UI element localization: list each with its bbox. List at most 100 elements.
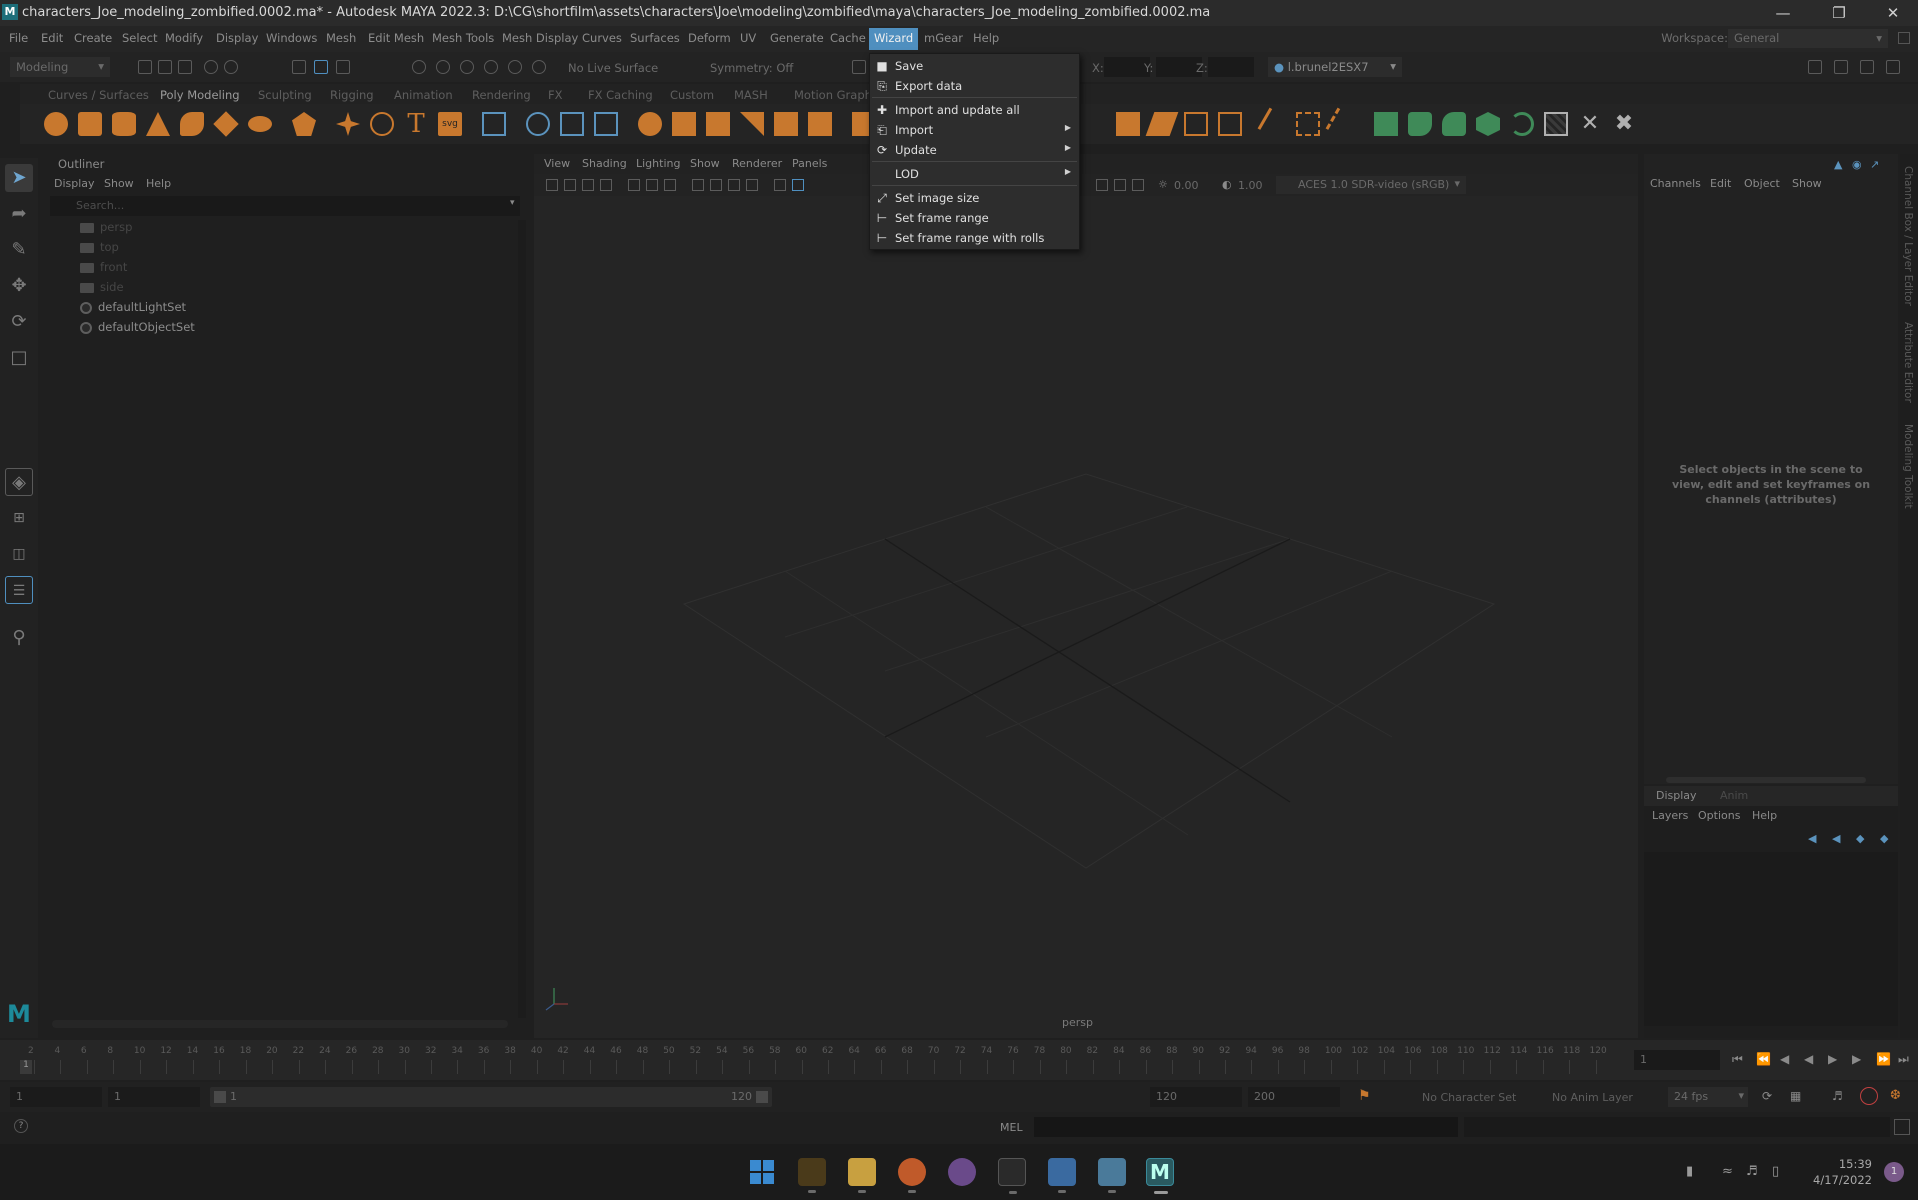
shelf-tab-fx[interactable]: FX xyxy=(548,88,563,102)
channel-box-scrollbar[interactable] xyxy=(1650,776,1892,784)
platonic-solid-icon[interactable] xyxy=(292,112,316,136)
xray-joints-icon[interactable] xyxy=(1132,179,1144,191)
rotate-tool-icon[interactable]: ⟳ xyxy=(5,308,33,336)
menu-mesh-tools[interactable]: Mesh Tools xyxy=(432,31,494,45)
script-language-toggle[interactable]: MEL xyxy=(1000,1121,1023,1134)
select-object-icon[interactable] xyxy=(314,60,328,74)
outliner-menu-help[interactable]: Help xyxy=(146,177,171,190)
cylindrical-map-icon[interactable] xyxy=(1442,112,1466,136)
exposure-value[interactable]: 0.00 xyxy=(1174,179,1199,192)
search-icon[interactable]: ⚲ xyxy=(5,624,33,652)
poly-plane-icon[interactable] xyxy=(213,111,239,137)
maya-taskbar-icon[interactable]: M xyxy=(1146,1158,1174,1194)
move-tool-icon[interactable]: ✥ xyxy=(5,272,33,300)
workspace-dropdown[interactable]: General ▾ xyxy=(1728,29,1888,48)
notepad-icon[interactable] xyxy=(1048,1158,1076,1193)
viewport-menu-show[interactable]: Show xyxy=(690,157,720,170)
separate-icon[interactable] xyxy=(672,112,696,136)
viewport-menu-panels[interactable]: Panels xyxy=(792,157,827,170)
single-perspective-view-icon[interactable]: ◈ xyxy=(5,468,33,496)
range-slider-bar[interactable]: 1 120 xyxy=(210,1087,772,1107)
clock[interactable]: 15:39 4/17/2022 xyxy=(1813,1156,1872,1188)
wireframe-icon[interactable] xyxy=(774,179,786,191)
minimize-icon[interactable]: — xyxy=(1760,2,1806,24)
sweep-mesh-icon[interactable] xyxy=(370,112,394,136)
film-gate-icon[interactable] xyxy=(664,179,676,191)
poly-cylinder-icon[interactable] xyxy=(112,112,136,136)
viewport-menu-shading[interactable]: Shading xyxy=(582,157,627,170)
list-item[interactable]: top xyxy=(80,240,119,260)
bookmarks-icon[interactable] xyxy=(582,179,594,191)
poly-sphere-icon[interactable] xyxy=(44,112,68,136)
grid-icon[interactable] xyxy=(482,112,506,136)
close-icon[interactable]: ✕ xyxy=(1870,2,1916,24)
menu-curves[interactable]: Curves xyxy=(582,31,622,45)
tab-anim[interactable]: Anim xyxy=(1720,789,1748,802)
type-tool-icon[interactable]: T xyxy=(404,111,428,137)
cut-uv-icon[interactable]: ✕ xyxy=(1578,112,1602,136)
volume-icon[interactable]: ♬ xyxy=(1746,1164,1758,1179)
scrollbar-thumb[interactable] xyxy=(1666,777,1866,783)
menu-create[interactable]: Create xyxy=(74,31,112,45)
menu-select[interactable]: Select xyxy=(122,31,157,45)
four-view-icon[interactable]: ⊞ xyxy=(5,504,33,532)
select-camera-icon[interactable] xyxy=(546,179,558,191)
snap-point-icon[interactable] xyxy=(460,60,474,74)
step-forward-frame-icon[interactable]: ▶ xyxy=(1852,1052,1861,1066)
chevron-down-icon[interactable]: ▾ xyxy=(510,198,515,208)
evaluation-icon[interactable] xyxy=(1860,1087,1878,1105)
scale-tool-icon[interactable]: □ xyxy=(5,344,33,372)
python-icon[interactable] xyxy=(1098,1158,1126,1193)
xray-icon[interactable] xyxy=(1114,179,1126,191)
wizard-menu-lod[interactable]: LOD ▶ xyxy=(870,164,1079,184)
battery-icon[interactable]: ▯ xyxy=(1772,1164,1779,1179)
combine-icon[interactable] xyxy=(638,112,662,136)
anim-layer-label[interactable]: No Anim Layer xyxy=(1552,1091,1633,1104)
start-time-field[interactable]: 1 xyxy=(10,1087,102,1107)
layer-menu-layers[interactable]: Layers xyxy=(1652,809,1688,822)
wizard-menu-set-frame-range-rolls[interactable]: ⊢ Set frame range with rolls xyxy=(870,228,1079,248)
github-desktop-icon[interactable] xyxy=(948,1158,976,1186)
menu-mgear[interactable]: mGear xyxy=(924,31,963,45)
open-scene-icon[interactable] xyxy=(158,60,172,74)
file-explorer-icon[interactable] xyxy=(848,1158,876,1193)
grease-pencil-icon[interactable] xyxy=(628,179,640,191)
layer-menu-help[interactable]: Help xyxy=(1752,809,1777,822)
channel-box-menu-edit[interactable]: Edit xyxy=(1710,177,1731,190)
extract-icon[interactable] xyxy=(706,112,730,136)
edge-loop-icon[interactable] xyxy=(1296,112,1320,136)
shelf-tab-animation[interactable]: Animation xyxy=(394,88,453,102)
outliner-menu-display[interactable]: Display xyxy=(54,177,95,190)
redo-icon[interactable] xyxy=(224,60,238,74)
list-item[interactable]: defaultLightSet xyxy=(80,300,186,320)
list-item[interactable]: front xyxy=(80,260,127,280)
z-field[interactable] xyxy=(1208,57,1254,77)
attribute-editor-icon[interactable] xyxy=(1834,60,1848,74)
range-end-handle[interactable] xyxy=(756,1091,768,1103)
shelf-tab-sculpting[interactable]: Sculpting xyxy=(258,88,312,102)
workspace-lock-icon[interactable] xyxy=(1898,32,1910,44)
fps-dropdown[interactable]: 24 fps ▾ xyxy=(1668,1087,1748,1107)
tool-settings-icon[interactable] xyxy=(1860,60,1874,74)
usb-icon[interactable]: ▮ xyxy=(1686,1164,1693,1179)
anim-start-field[interactable]: 1 xyxy=(108,1087,200,1107)
layer-editor-toggle-icon[interactable]: ◉ xyxy=(1852,158,1862,171)
uv-editor-icon[interactable] xyxy=(1374,112,1398,136)
bridge-icon[interactable] xyxy=(1116,112,1140,136)
resolution-gate-icon[interactable] xyxy=(692,179,704,191)
gamma-value[interactable]: 1.00 xyxy=(1238,179,1263,192)
render-icon[interactable] xyxy=(852,60,866,74)
unfold-icon[interactable] xyxy=(1510,112,1534,136)
snap-grid-icon[interactable] xyxy=(412,60,426,74)
menu-set-dropdown[interactable]: Modeling ▾ xyxy=(10,57,110,77)
paint-select-icon[interactable]: ✎ xyxy=(5,236,33,264)
target-weld-icon[interactable] xyxy=(1257,107,1291,141)
menu-windows[interactable]: Windows xyxy=(266,31,317,45)
menu-file[interactable]: File xyxy=(9,31,28,45)
shelf-tab-mash[interactable]: MASH xyxy=(734,88,768,102)
wizard-menu-import[interactable]: ⎗ Import ▶ xyxy=(870,120,1079,140)
play-forwards-icon[interactable]: ▶ xyxy=(1828,1052,1837,1066)
move-layer-up-icon[interactable]: ◀ xyxy=(1808,832,1816,845)
tab-display[interactable]: Display xyxy=(1656,789,1697,802)
list-item[interactable]: persp xyxy=(80,220,132,240)
